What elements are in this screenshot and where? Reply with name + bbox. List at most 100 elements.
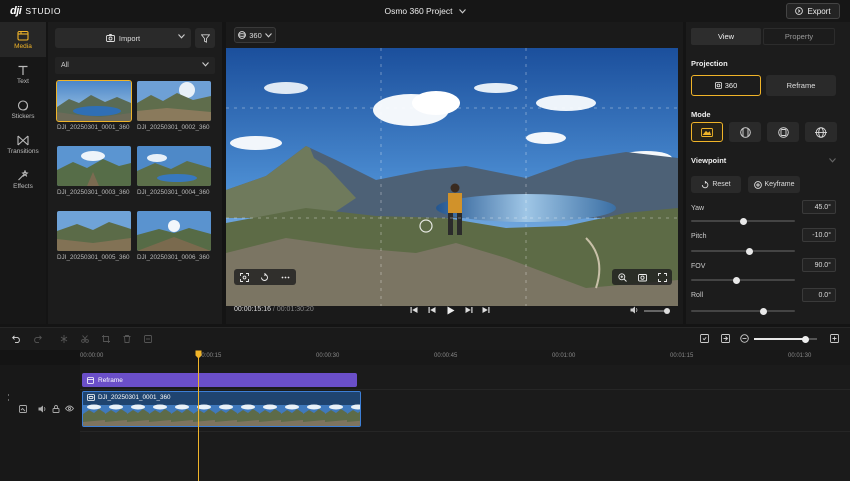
crop-icon[interactable] [102, 335, 110, 343]
360-icon [238, 31, 247, 39]
skip-to-end-icon[interactable] [482, 306, 490, 314]
reset-button[interactable]: Reset [691, 176, 741, 193]
track-headers [0, 365, 80, 481]
track-visibility-icon[interactable] [65, 405, 74, 412]
tab-property[interactable]: Property [763, 28, 835, 45]
tab-view[interactable]: View [691, 28, 761, 45]
cut-icon[interactable] [81, 335, 89, 343]
filter-button[interactable] [195, 28, 215, 48]
playhead[interactable] [198, 352, 199, 481]
skip-to-start-icon[interactable] [410, 306, 418, 314]
slider-knob[interactable] [760, 307, 768, 315]
nav-text[interactable]: Text [0, 57, 46, 92]
import-icon [105, 34, 115, 42]
projection-reframe-button[interactable]: Reframe [766, 75, 836, 96]
zoom-out-icon[interactable] [740, 334, 749, 343]
track-divider [80, 431, 850, 432]
roll-slider[interactable] [691, 307, 795, 315]
freeze-frame-icon[interactable] [144, 335, 152, 343]
chevron-down-icon[interactable] [829, 158, 836, 163]
volume-slider-knob[interactable] [664, 307, 670, 314]
track-lock-icon[interactable] [52, 405, 60, 413]
fov-slider[interactable] [691, 276, 795, 284]
zoom-in-icon[interactable] [617, 272, 627, 282]
slider-knob[interactable] [745, 247, 753, 255]
yaw-slider[interactable] [691, 217, 795, 225]
fit-timeline-icon[interactable] [830, 334, 839, 343]
playhead-handle-icon[interactable] [195, 350, 202, 359]
total-time: 00:01:30:20 [276, 306, 314, 313]
sticker-icon [17, 99, 29, 111]
cover-icon[interactable] [19, 405, 27, 413]
param-value-fov[interactable]: 90.0° [802, 258, 836, 272]
fullscreen-icon[interactable] [657, 272, 667, 282]
video-viewport[interactable] [226, 48, 678, 306]
pitch-slider[interactable] [691, 247, 795, 255]
timeline-toolbar [0, 327, 850, 350]
tick-label: 00:00:00 [80, 353, 104, 359]
view-mode-dropdown[interactable]: 360 [234, 27, 276, 43]
play-icon[interactable] [446, 306, 455, 315]
nav-transitions[interactable]: Transitions [0, 127, 46, 162]
reset-label: Reset [712, 181, 731, 188]
media-item[interactable]: DJI_20250301_0006_360 [137, 211, 211, 261]
delete-icon[interactable] [123, 335, 131, 343]
media-item[interactable]: DJI_20250301_0002_360 [137, 81, 211, 131]
media-thumbnail [56, 80, 132, 122]
media-thumbnail [57, 211, 131, 251]
viewport-tools-right [612, 269, 672, 285]
video-frame [226, 48, 678, 306]
volume-icon[interactable] [630, 306, 639, 314]
param-value-yaw[interactable]: 45.0° [802, 200, 836, 214]
timeline-zoom-knob[interactable] [802, 335, 810, 343]
volume-slider[interactable] [644, 307, 670, 314]
nav-stickers[interactable]: Stickers [0, 92, 46, 127]
nav-effects[interactable]: Effects [0, 162, 46, 197]
next-frame-icon[interactable] [465, 306, 473, 314]
media-filter-select[interactable]: All [55, 57, 215, 74]
media-item[interactable]: DJI_20250301_0004_360 [137, 146, 211, 196]
more-icon[interactable] [281, 273, 290, 282]
link-icon[interactable] [721, 334, 730, 343]
split-icon[interactable] [60, 335, 68, 343]
slider-knob[interactable] [739, 217, 747, 225]
nav-media[interactable]: Media [0, 22, 46, 57]
import-button[interactable]: Import [55, 28, 191, 48]
reframe-icon [87, 376, 94, 384]
import-label: Import [118, 33, 141, 43]
snapshot-icon[interactable] [637, 273, 647, 282]
filter-icon [200, 33, 210, 43]
previous-frame-icon[interactable] [428, 306, 436, 314]
nav-label: Transitions [7, 147, 39, 155]
redo-icon[interactable] [33, 335, 42, 343]
slider-knob[interactable] [733, 276, 741, 284]
fit-icon[interactable] [239, 272, 249, 282]
media-item-name: DJI_20250301_0003_360 [57, 189, 130, 196]
track-handle-icon [8, 394, 9, 401]
media-item[interactable]: DJI_20250301_0001_360 [56, 80, 132, 131]
project-title-button[interactable]: Osmo 360 Project [384, 6, 466, 16]
mode-sphere-button[interactable] [767, 122, 799, 142]
viewport-tools-left [234, 269, 296, 285]
mode-cube-button[interactable] [729, 122, 761, 142]
snap-icon[interactable] [700, 334, 709, 343]
media-item[interactable]: DJI_20250301_0003_360 [57, 146, 131, 196]
export-button[interactable]: Export [786, 3, 840, 19]
track-volume-icon[interactable] [38, 405, 47, 413]
nav-label: Effects [13, 182, 33, 190]
timeline-zoom-slider[interactable] [754, 335, 817, 343]
tick-label: 00:01:30 [788, 353, 812, 359]
export-icon [795, 7, 804, 15]
param-value-roll[interactable]: 0.0° [802, 288, 836, 302]
projection-360-button[interactable]: 360 [691, 75, 761, 96]
mode-flat-button[interactable] [691, 122, 723, 142]
mode-tiny-planet-button[interactable] [805, 122, 837, 142]
undo-icon[interactable] [12, 335, 21, 343]
video-clip[interactable]: DJI_20250301_0001_360 [82, 391, 361, 427]
rotate-icon[interactable] [260, 272, 269, 282]
keyframe-button[interactable]: Keyframe [748, 176, 800, 193]
param-value-pitch[interactable]: -10.0° [802, 228, 836, 242]
media-panel: Import All DJI_20250301_0001_360 DJI_202… [48, 22, 222, 324]
media-item[interactable]: DJI_20250301_0005_360 [57, 211, 131, 261]
reframe-clip[interactable]: Reframe [82, 373, 357, 387]
